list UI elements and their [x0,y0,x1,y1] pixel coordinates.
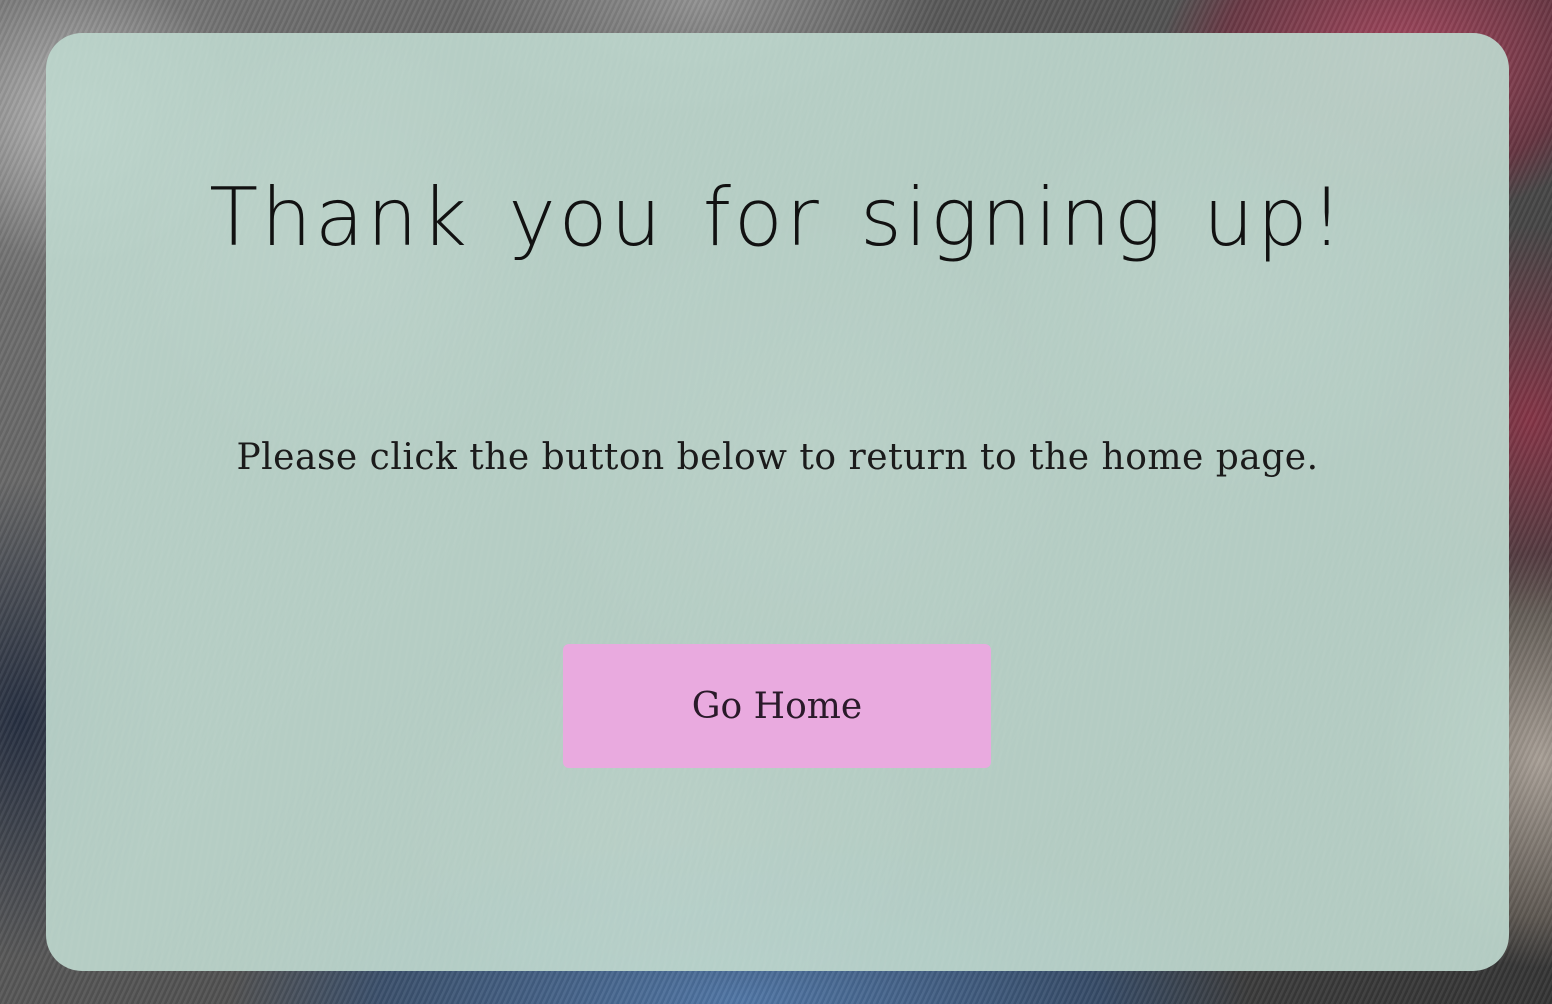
instruction-text: Please click the button below to return … [236,437,1319,478]
go-home-button[interactable]: Go Home [563,644,991,768]
confirmation-card: Thank you for signing up! Please click t… [46,33,1509,971]
page-title: Thank you for signing up! [209,171,1346,264]
